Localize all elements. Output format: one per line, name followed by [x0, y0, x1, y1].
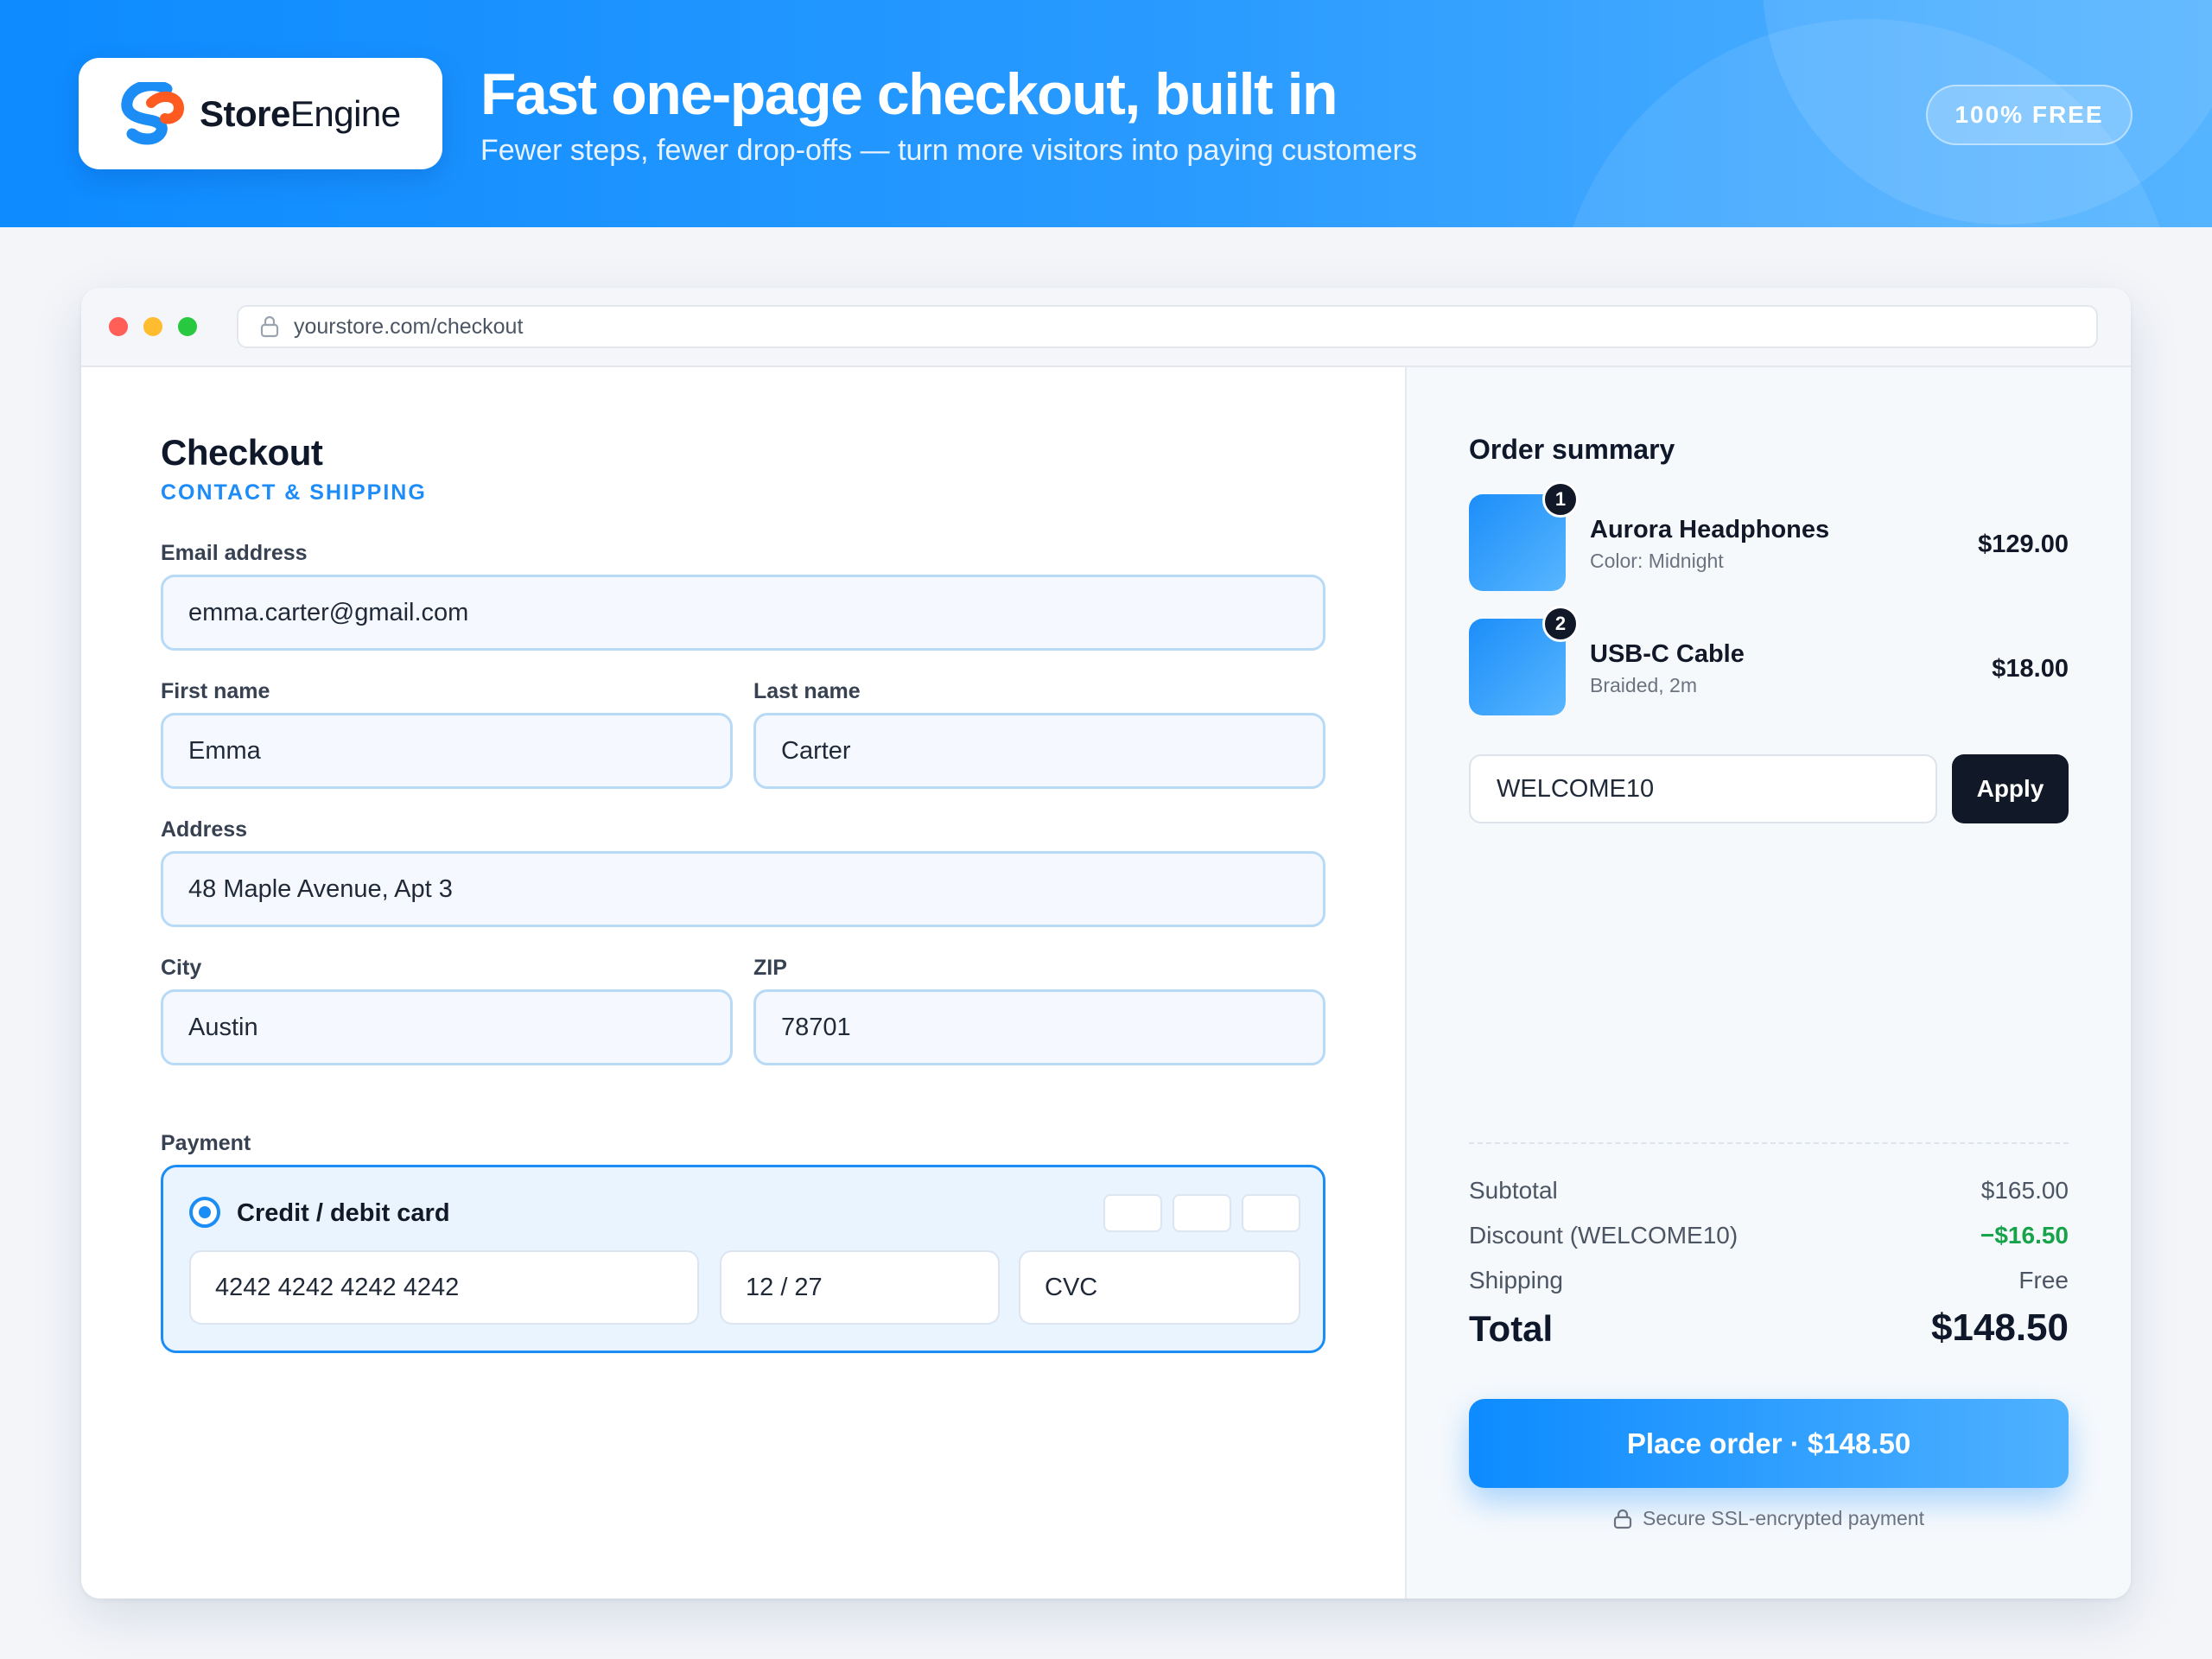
secure-payment-note: Secure SSL-encrypted payment — [1469, 1507, 2069, 1530]
card-cvc-field[interactable]: CVC — [1019, 1250, 1300, 1325]
address-bar[interactable]: yourstore.com/checkout — [237, 305, 2098, 348]
payment-method-card[interactable]: Credit / debit card 4242 4242 4242 4242 … — [161, 1165, 1325, 1353]
last-name-field[interactable]: Carter — [753, 713, 1325, 789]
free-badge: 100% FREE — [1926, 85, 2133, 145]
item-name: Aurora Headphones — [1590, 516, 1830, 543]
quantity-badge: 1 — [1542, 481, 1579, 518]
radio-dot — [199, 1206, 211, 1218]
last-name-label: Last name — [753, 679, 861, 703]
card-expiry-field[interactable]: 12 / 27 — [720, 1250, 1000, 1325]
item-price: $129.00 — [1978, 531, 2069, 558]
lock-icon — [260, 315, 279, 338]
email-label: Email address — [161, 541, 308, 565]
order-summary-title: Order summary — [1469, 434, 1675, 465]
banner-subheadline: Fewer steps, fewer drop-offs — turn more… — [480, 134, 1417, 167]
payment-method-label: Credit / debit card — [237, 1199, 450, 1227]
card-brand-icon — [1242, 1194, 1300, 1232]
payment-radio-selected[interactable] — [189, 1197, 220, 1228]
browser-toolbar: yourstore.com/checkout — [81, 288, 2131, 367]
address-label: Address — [161, 817, 248, 842]
card-number-field[interactable]: 4242 4242 4242 4242 — [189, 1250, 699, 1325]
banner-headline: Fast one-page checkout, built in — [480, 61, 1338, 127]
card-brand-icon — [1173, 1194, 1231, 1232]
section-label: CONTACT & SHIPPING — [161, 480, 427, 505]
checkout-title: Checkout — [161, 432, 323, 473]
place-order-button[interactable]: Place order · $148.50 — [1469, 1399, 2069, 1488]
secure-payment-text: Secure SSL-encrypted payment — [1642, 1507, 1924, 1529]
payment-label: Payment — [161, 1131, 251, 1155]
total-value: $148.50 — [1930, 1306, 2069, 1349]
discount-value: −$16.50 — [1980, 1222, 2069, 1249]
city-field[interactable]: Austin — [161, 989, 733, 1065]
email-field[interactable]: emma.carter@gmail.com — [161, 575, 1325, 651]
city-label: City — [161, 956, 202, 980]
window-maximize-button[interactable] — [178, 317, 197, 336]
first-name-label: First name — [161, 679, 270, 703]
coupon-code-field[interactable]: WELCOME10 — [1469, 754, 1937, 823]
promo-banner: StoreEngine Fast one-page checkout, buil… — [0, 0, 2212, 227]
discount-label: Discount (WELCOME10) — [1469, 1222, 1738, 1249]
item-price: $18.00 — [1992, 655, 2069, 683]
item-name: USB-C Cable — [1590, 640, 1745, 668]
lock-icon — [1613, 1509, 1632, 1529]
brand-logo-card: StoreEngine — [79, 58, 442, 169]
zip-field[interactable]: 78701 — [753, 989, 1325, 1065]
card-brand-icon — [1103, 1194, 1162, 1232]
window-close-button[interactable] — [109, 317, 128, 336]
apply-coupon-button[interactable]: Apply — [1952, 754, 2069, 823]
address-field[interactable]: 48 Maple Avenue, Apt 3 — [161, 851, 1325, 927]
brand-name: StoreEngine — [200, 92, 401, 134]
quantity-badge: 2 — [1542, 606, 1579, 642]
item-variant: Color: Midnight — [1590, 550, 1724, 572]
first-name-field[interactable]: Emma — [161, 713, 733, 789]
zip-label: ZIP — [753, 956, 787, 980]
shipping-label: Shipping — [1469, 1267, 1563, 1294]
url-text: yourstore.com/checkout — [294, 314, 524, 339]
total-label: Total — [1469, 1308, 1554, 1349]
item-variant: Braided, 2m — [1590, 674, 1698, 696]
storeengine-logo-icon — [121, 81, 185, 144]
window-minimize-button[interactable] — [143, 317, 162, 336]
subtotal-value: $165.00 — [1980, 1177, 2069, 1204]
subtotal-label: Subtotal — [1469, 1177, 1558, 1204]
summary-divider — [1469, 1142, 2069, 1144]
shipping-value: Free — [2018, 1267, 2069, 1294]
